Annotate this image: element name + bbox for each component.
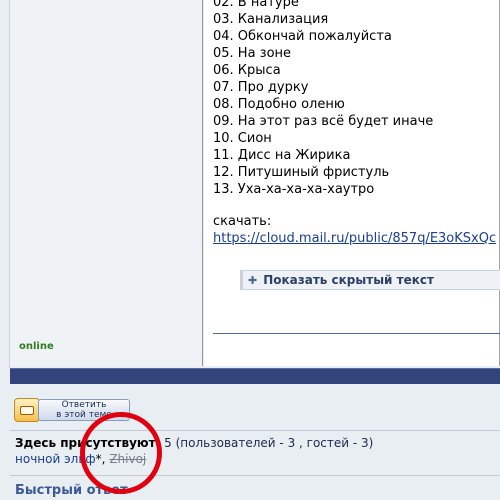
track-item: 02. В натуре <box>213 0 299 10</box>
present-count: 5 <box>164 436 172 450</box>
present-users-summary: Здесь присутствуют: 5 (пользователей - 3… <box>15 436 373 450</box>
post-area: online 02. В натуре 03. Канализация 04. … <box>0 0 500 368</box>
reply-icon <box>14 398 40 422</box>
track-item: 08. Подобно оленю <box>213 97 345 112</box>
download-link[interactable]: https://cloud.mail.ru/public/857q/E3oKSx… <box>213 230 500 247</box>
author-profile-column <box>10 0 203 366</box>
track-item: 11. Дисс на Жирика <box>213 148 351 163</box>
plus-icon: ✚ <box>248 273 258 287</box>
spoiler-toggle[interactable]: ✚ Показать скрытый текст <box>240 270 500 290</box>
track-item: 06. Крыса <box>213 63 281 78</box>
post-divider <box>213 333 500 334</box>
post-footer-bar <box>10 368 500 384</box>
annotation-circle <box>80 412 162 494</box>
divider <box>10 430 500 431</box>
track-item: 03. Канализация <box>213 12 329 27</box>
track-item: 07. Про дурку <box>213 80 309 95</box>
track-item: 10. Сион <box>213 131 272 146</box>
track-item: 05. На зоне <box>213 46 292 61</box>
post-content: 02. В натуре 03. Канализация 04. Обконча… <box>204 0 500 366</box>
divider <box>10 475 500 476</box>
present-details: (пользователей - 3 , гостей - 3) <box>175 436 374 450</box>
track-item: 09. На этот раз всё будет иначе <box>213 114 434 129</box>
left-gutter <box>0 0 10 368</box>
online-status: online <box>19 341 54 352</box>
reply-label-line1: Ответить <box>61 400 107 410</box>
track-item: 13. Уха-ха-ха-ха-хаутро <box>213 182 375 197</box>
download-label: скачать: <box>213 214 272 229</box>
track-item: 12. Питушиный фристуль <box>213 165 390 180</box>
track-item: 04. Обкончай пожалуйста <box>213 29 392 44</box>
track-list: 02. В натуре 03. Канализация 04. Обконча… <box>213 0 500 198</box>
spoiler-label: Показать скрытый текст <box>263 273 434 287</box>
